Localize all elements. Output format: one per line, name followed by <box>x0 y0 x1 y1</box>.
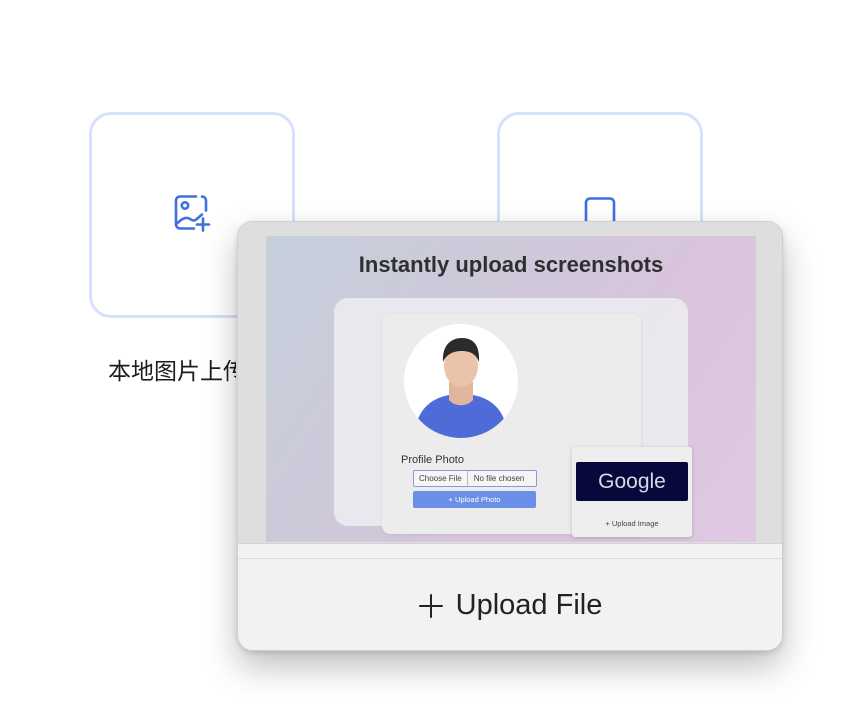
preview-title: Instantly upload screenshots <box>358 252 664 277</box>
file-input-mock: Choose File No file chosen <box>413 470 537 487</box>
google-mock-card: Google + Upload Image <box>572 447 692 537</box>
plus-icon <box>418 593 444 619</box>
upload-file-button[interactable]: Upload File <box>238 558 782 650</box>
mock-window: Profile Photo Choose File No file chosen… <box>334 298 692 537</box>
no-file-text: No file chosen <box>473 474 525 483</box>
screenshot-preview: Instantly upload screenshots Profile Pho… <box>266 236 756 542</box>
avatar <box>404 324 518 438</box>
local-image-upload-label: 本地图片上传 <box>108 359 236 385</box>
image-plus-icon <box>172 193 212 238</box>
upload-popup: Instantly upload screenshots Profile Pho… <box>237 221 783 651</box>
upload-file-label: Upload File <box>455 589 603 621</box>
upload-image-mock: + Upload Image <box>605 519 659 528</box>
upload-photo-mock: + Upload Photo <box>413 491 536 508</box>
google-logo-banner: Google <box>576 462 688 501</box>
preview-frame: Instantly upload screenshots Profile Pho… <box>238 222 782 544</box>
choose-file-mock: Choose File <box>414 471 468 486</box>
profile-photo-label: Profile Photo <box>401 454 464 466</box>
